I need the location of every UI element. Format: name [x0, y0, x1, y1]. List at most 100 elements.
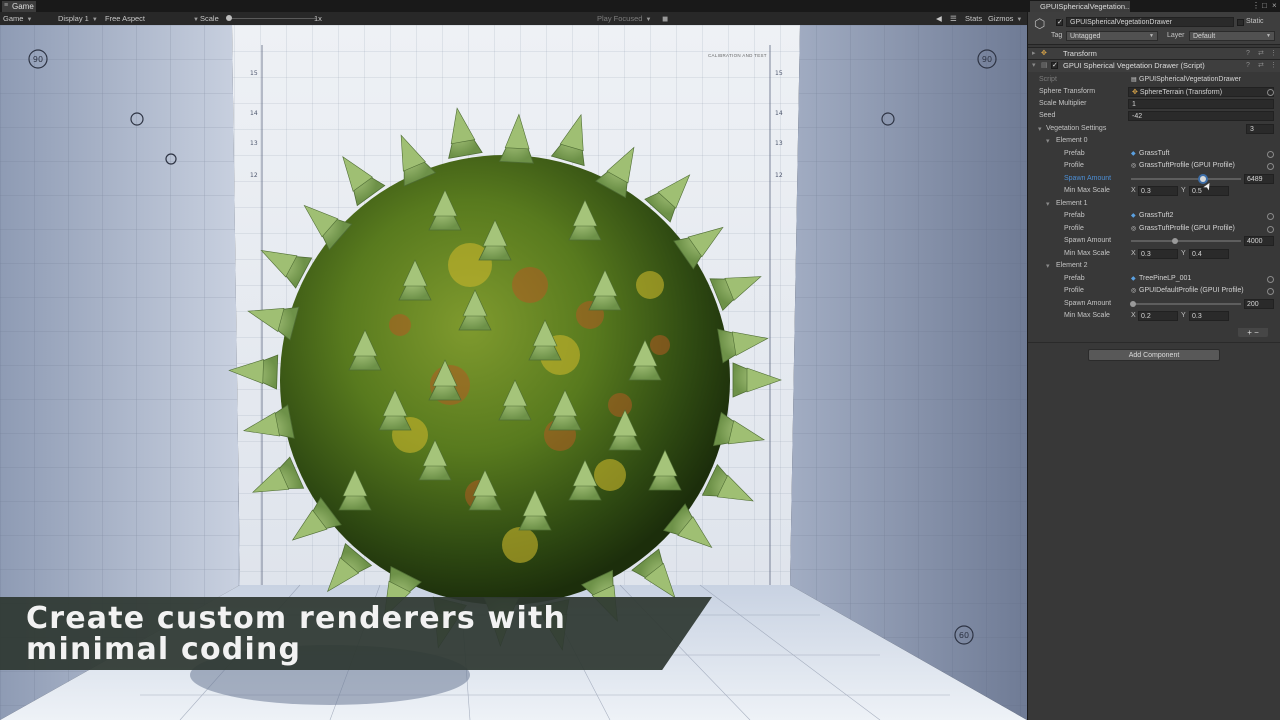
maximize-icon[interactable]: □ — [1262, 1, 1267, 11]
profile-label: Profile — [1064, 287, 1084, 294]
add-component-button[interactable]: Add Component — [1088, 349, 1220, 361]
game-tab-bar: ≡ Game — [0, 0, 1027, 12]
inspector-panel: GPUISphericalVegetation... ⋮ □ × ⬡ ✓ GPU… — [1028, 0, 1280, 720]
profile-field[interactable]: ◎ GrassTuftProfile (GPUI Profile) — [1131, 224, 1235, 234]
min-max-scale-label: Min Max Scale — [1064, 187, 1110, 194]
inspector-tab-bar: GPUISphericalVegetation... ⋮ □ × — [1028, 0, 1280, 12]
audio-icon[interactable]: ◀ — [936, 12, 942, 25]
script-title: GPUI Spherical Vegetation Drawer (Script… — [1063, 61, 1205, 70]
spawn-amount-field[interactable]: 6489 — [1244, 173, 1274, 184]
static-label: Static — [1246, 18, 1264, 25]
object-picker-icon[interactable] — [1267, 275, 1274, 283]
spawn-amount-slider[interactable] — [1131, 177, 1241, 180]
layer-dropdown[interactable]: Default ▼ — [1189, 31, 1275, 41]
ruler-number: 15 — [250, 70, 258, 77]
chevron-down-icon[interactable]: ▾ — [1046, 262, 1050, 270]
scale-slider-handle[interactable] — [226, 15, 232, 21]
scale-slider[interactable] — [228, 18, 316, 19]
object-picker-icon[interactable] — [1267, 225, 1274, 233]
scale-multiplier-label: Scale Multiplier — [1039, 100, 1087, 107]
tab-game-label: Game — [12, 2, 34, 11]
object-picker-icon[interactable] — [1267, 213, 1274, 220]
static-checkbox[interactable] — [1237, 19, 1244, 26]
caption-text: Create custom renderers with minimal cod… — [26, 601, 567, 667]
minus-icon[interactable]: − — [1254, 328, 1259, 337]
active-checkbox[interactable]: ✓ — [1056, 19, 1063, 26]
profile-label: Profile — [1064, 162, 1084, 169]
min-scale-field[interactable]: 0.2 — [1138, 311, 1178, 321]
vegetation-settings-label: Vegetation Settings — [1046, 125, 1107, 132]
tab-inspector[interactable]: GPUISphericalVegetation... — [1030, 1, 1130, 12]
element-title: Element 2 — [1056, 262, 1088, 269]
spawn-amount-slider-handle[interactable] — [1172, 238, 1178, 244]
spawn-amount-field[interactable]: 4000 — [1244, 236, 1274, 246]
ruler-number: 12 — [775, 172, 783, 179]
chevron-down-icon[interactable]: ▾ — [1032, 60, 1036, 72]
ruler-number: 13 — [775, 140, 783, 147]
min-scale-field[interactable]: 0.3 — [1138, 186, 1178, 196]
script-icon: ▤ — [1041, 62, 1048, 69]
object-name-field[interactable]: GPUISphericalVegetationDrawer — [1066, 17, 1234, 27]
kebab-menu-icon[interactable]: ⋮ — [1270, 60, 1277, 72]
mute-audio-icon[interactable]: ◼ — [662, 12, 668, 25]
profile-icon: ◎ — [1131, 163, 1137, 169]
sphere-transform-field[interactable]: ✥ SphereTerrain (Transform) — [1128, 87, 1274, 97]
profile-field[interactable]: ◎ GPUIDefaultProfile (GPUI Profile) — [1131, 286, 1244, 296]
prefab-field[interactable]: ◆ GrassTuft2 — [1131, 211, 1173, 221]
spawn-amount-slider-handle[interactable] — [1130, 300, 1137, 307]
chevron-down-icon: ▼ — [26, 17, 33, 23]
dial-number: 60 — [959, 631, 969, 640]
min-scale-field[interactable]: 0.3 — [1138, 248, 1178, 259]
x-label: X — [1131, 312, 1136, 319]
game-view: ≡ Game Game ▼ Display 1 ▼ Free Aspect ▼ Sca… — [0, 0, 1027, 720]
seed-field[interactable]: -42 — [1128, 111, 1274, 121]
spawn-amount-label: Spawn Amount — [1064, 237, 1112, 244]
prefab-label: Prefab — [1064, 149, 1085, 157]
tab-inspector-label: GPUISphericalVegetation... — [1040, 2, 1130, 11]
min-max-scale-label: Min Max Scale — [1064, 312, 1110, 319]
vegetation-settings-size[interactable]: 3 — [1246, 124, 1274, 134]
chevron-down-icon[interactable]: ▾ — [1038, 125, 1042, 133]
tag-dropdown[interactable]: Untagged ▼ — [1066, 31, 1158, 41]
spawn-amount-slider[interactable] — [1131, 302, 1241, 305]
chevron-down-icon: ▼ — [1266, 33, 1271, 39]
chevron-down-icon[interactable]: ▾ — [1046, 137, 1050, 145]
settings-icon[interactable]: ☰ — [950, 12, 957, 25]
gamepad-icon: ≡ — [4, 2, 9, 9]
chevron-down-icon: ▼ — [1149, 33, 1154, 39]
close-icon[interactable]: × — [1272, 1, 1277, 11]
object-picker-icon[interactable] — [1267, 150, 1274, 158]
object-picker-icon[interactable] — [1267, 288, 1274, 295]
script-component-header[interactable]: ▾ ▤ ✓ GPUI Spherical Vegetation Drawer (… — [1028, 59, 1280, 72]
prefab-icon: ◆ — [1131, 150, 1136, 157]
seed-label: Seed — [1039, 112, 1056, 119]
object-picker-icon[interactable] — [1267, 163, 1274, 170]
tab-game[interactable]: ≡ Game — [2, 1, 36, 12]
dial-number: 90 — [33, 55, 43, 64]
chevron-down-icon: ▼ — [193, 17, 199, 23]
caption-banner: Create custom renderers with minimal cod… — [0, 597, 712, 670]
spawn-amount-field[interactable]: 200 — [1244, 298, 1274, 309]
prefab-field[interactable]: ◆ GrassTuft — [1131, 149, 1169, 159]
profile-field[interactable]: ◎ GrassTuftProfile (GPUI Profile) — [1131, 161, 1235, 171]
stats-button[interactable]: Stats — [965, 12, 982, 25]
element-title: Element 1 — [1056, 199, 1088, 207]
element-title: Element 0 — [1056, 137, 1088, 144]
max-scale-field[interactable]: 0.4 — [1189, 248, 1229, 259]
chevron-down-icon[interactable]: ▾ — [1046, 200, 1050, 208]
plus-icon[interactable]: + — [1247, 328, 1252, 337]
prefab-field[interactable]: ◆ TreePineLP_001 — [1131, 274, 1191, 284]
spawn-amount-slider[interactable] — [1131, 240, 1241, 242]
max-scale-field[interactable]: 0.3 — [1189, 311, 1229, 321]
ruler-number: 15 — [775, 70, 783, 77]
tag-label: Tag — [1051, 32, 1063, 39]
kebab-menu-icon[interactable]: ⋮ — [1252, 1, 1260, 11]
y-label: Y — [1181, 249, 1186, 257]
script-enabled-checkbox[interactable]: ✓ — [1051, 62, 1058, 69]
inspector-empty-area — [1028, 343, 1280, 720]
scale-multiplier-field[interactable]: 1 — [1128, 99, 1274, 109]
preset-icon[interactable]: ⇄ — [1258, 60, 1264, 72]
array-add-remove[interactable]: + − — [1238, 328, 1268, 337]
object-picker-icon[interactable] — [1267, 89, 1274, 96]
help-icon[interactable]: ? — [1246, 60, 1250, 72]
